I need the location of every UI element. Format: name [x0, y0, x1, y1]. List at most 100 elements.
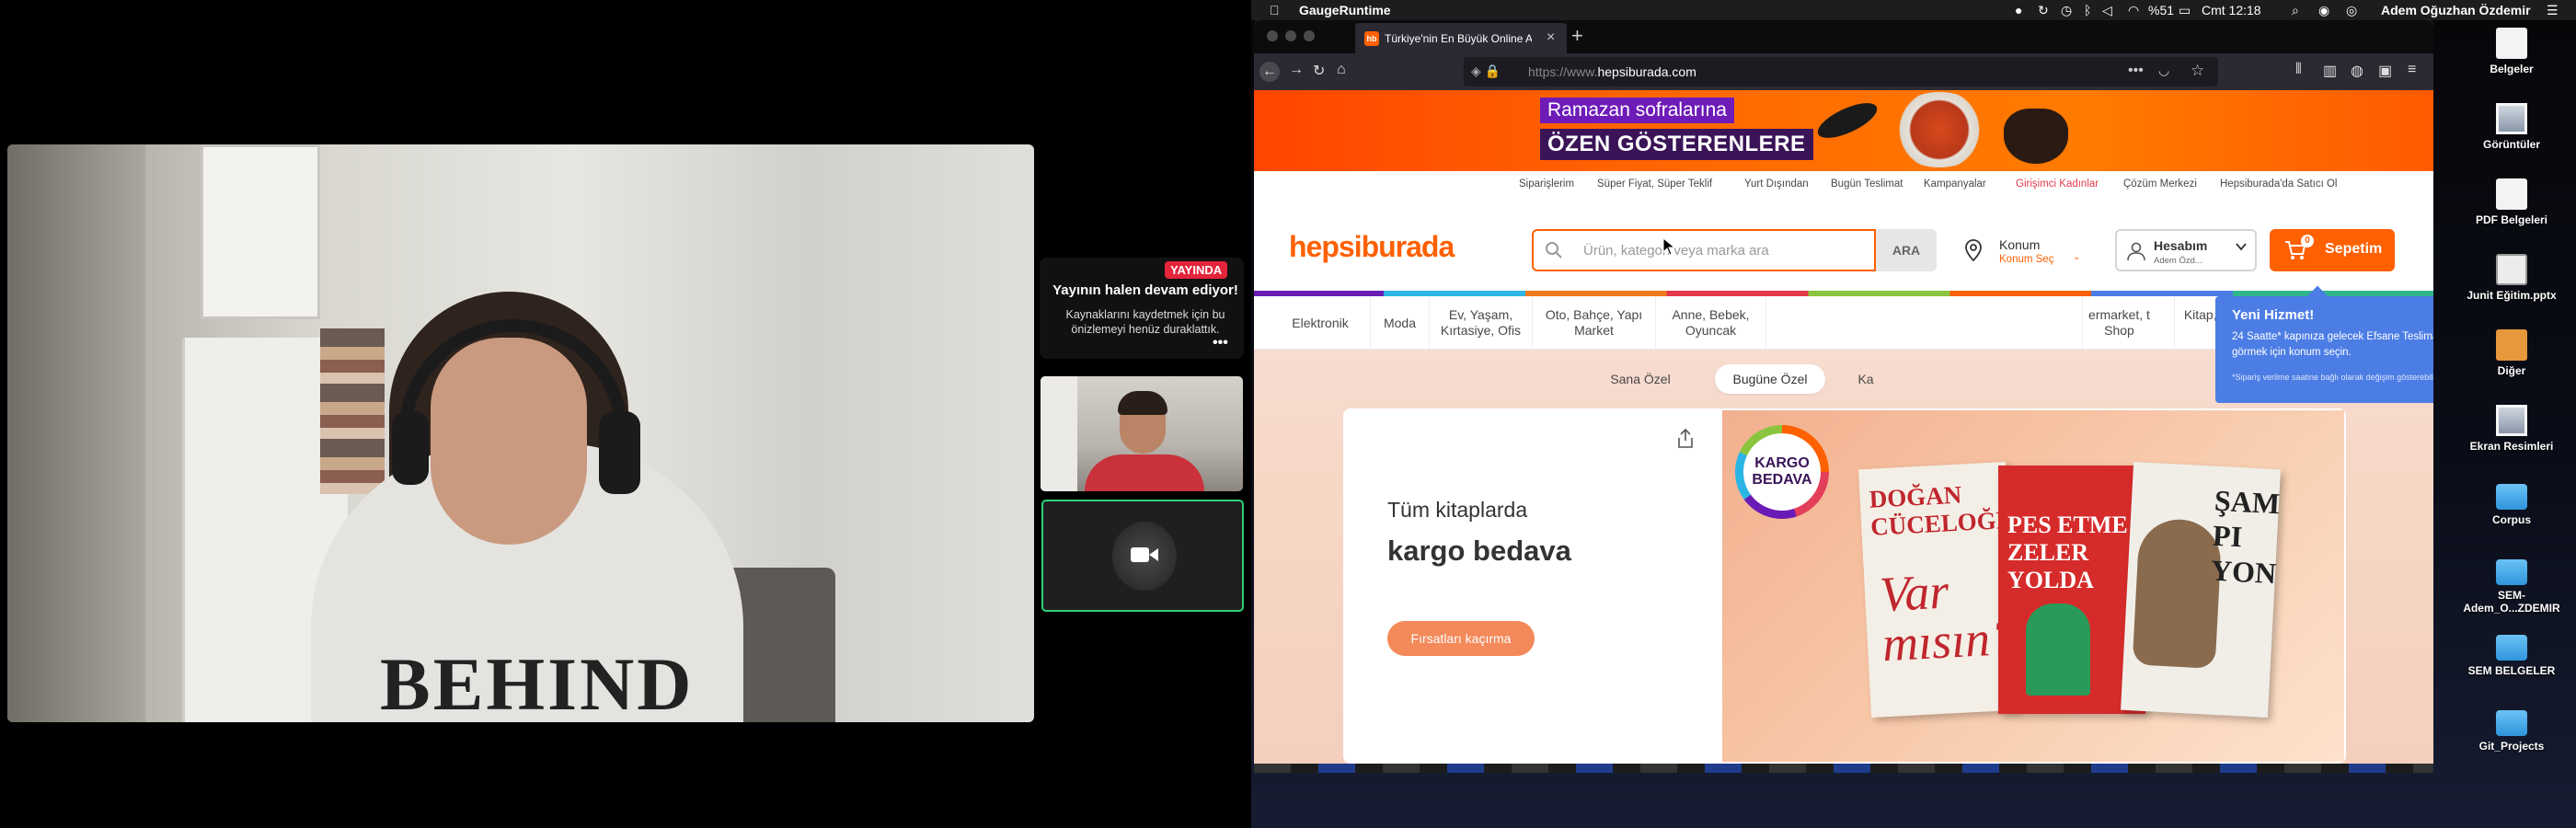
hero-cta-button[interactable]: Fırsatları kaçırma	[1387, 621, 1535, 656]
new-tab-icon[interactable]: +	[1571, 24, 1583, 48]
user-icon	[2127, 242, 2145, 261]
volume-icon[interactable]: ◁	[2102, 3, 2112, 18]
category-auto[interactable]: Oto, Bahçe, Yapı Market	[1532, 296, 1655, 350]
participant-body	[1085, 454, 1204, 491]
desktop-item-label: SEM-Adem_O...ZDEMIR	[2463, 589, 2560, 615]
category-home[interactable]: Ev, Yaşam, Kırtasiye, Ofis	[1429, 296, 1532, 350]
notification-center-icon[interactable]: ☰	[2547, 3, 2559, 18]
cart-label: Sepetim	[2325, 241, 2383, 257]
top-link-today-delivery[interactable]: Bugün Teslimat	[1831, 178, 1903, 190]
location-pin-icon[interactable]	[1964, 239, 1983, 261]
clock[interactable]: Cmt 12:18	[2202, 3, 2261, 17]
top-link-abroad[interactable]: Yurt Dışından	[1744, 178, 1809, 190]
battery-icon[interactable]: ▭	[2179, 3, 2191, 18]
promo-banner[interactable]: Ramazan sofralarına ÖZEN GÖSTERENLERE	[1254, 90, 2433, 171]
wifi-icon[interactable]: ◠	[2128, 3, 2139, 18]
desktop-item[interactable]: Junit Eğitim.pptx	[2461, 254, 2562, 302]
site-logo[interactable]: hepsiburada	[1289, 230, 1455, 264]
library-icon[interactable]: ⫴	[2295, 62, 2302, 78]
top-link-solution-center[interactable]: Çözüm Merkezi	[2123, 178, 2197, 190]
search-button[interactable]: ARA	[1876, 229, 1937, 271]
share-icon[interactable]	[1676, 429, 1695, 449]
spotlight-search-icon[interactable]: ⌕	[2292, 3, 2299, 18]
location-title[interactable]: Konum	[1999, 237, 2040, 252]
chevron-down-icon[interactable]: ⌄	[2073, 252, 2080, 262]
tab-today[interactable]: Bugüne Özel	[1715, 364, 1825, 394]
tab-more[interactable]: Ka	[1847, 364, 1884, 394]
reload-icon[interactable]: ↻	[1313, 62, 1325, 80]
bookmark-star-icon[interactable]: ☆	[2191, 62, 2204, 80]
page-actions-icon[interactable]: •••	[2128, 63, 2144, 79]
desktop-item[interactable]: Diğer	[2461, 329, 2562, 377]
top-link-orders[interactable]: Siparişlerim	[1519, 178, 1574, 190]
url-prefix: https://www.	[1528, 64, 1598, 79]
folder-icon	[2496, 635, 2527, 661]
desktop-item[interactable]: PDF Belgeleri	[2461, 178, 2562, 226]
account-title: Hesabım	[2154, 238, 2208, 253]
background-frame	[201, 144, 320, 319]
category-supermarket[interactable]: ermarket, t Shop	[2082, 296, 2156, 350]
desktop-item[interactable]: Belgeler	[2461, 28, 2562, 75]
self-view-thumbnail[interactable]	[1041, 500, 1244, 612]
search-input[interactable]: Ürün, kategori veya marka ara	[1532, 229, 1876, 271]
sidebar-icon[interactable]: ▥	[2323, 62, 2337, 80]
control-center-icon[interactable]: ◉	[2318, 3, 2329, 18]
time-machine-icon[interactable]: ◷	[2061, 3, 2072, 18]
desktop-item[interactable]: SEM BELGELER	[2461, 631, 2562, 677]
hero-card[interactable]: Tüm kitaplarda kargo bedava Fırsatları k…	[1343, 408, 2346, 764]
desktop-item[interactable]: SEM-Adem_O...ZDEMIR	[2461, 556, 2562, 615]
forward-icon[interactable]: →	[1289, 62, 1304, 78]
record-icon[interactable]: ●	[2015, 3, 2022, 17]
category-fashion[interactable]: Moda	[1370, 296, 1429, 350]
book-title: DOĞAN CÜCELOĞLU	[1868, 480, 2031, 541]
battery-percentage[interactable]: %51	[2148, 3, 2174, 17]
search-placeholder: Ürün, kategori veya marka ara	[1583, 243, 1769, 259]
top-link-campaigns[interactable]: Kampanyalar	[1924, 178, 1986, 190]
shirt-print: BEHIND	[380, 642, 695, 722]
desktop-item[interactable]: Görüntüler	[2461, 103, 2562, 151]
menu-icon[interactable]: ≡	[2408, 62, 2416, 78]
user-name[interactable]: Adem Oğuzhan Özdemir	[2381, 3, 2531, 17]
more-options-icon[interactable]: •••	[1213, 335, 1228, 351]
home-icon[interactable]: ⌂	[1337, 62, 1346, 78]
category-hidden[interactable]	[1765, 296, 1867, 350]
tab-hepsiburada[interactable]: hb Türkiye'nin En Büyük Online Alı ×	[1355, 23, 1567, 53]
tracking-shield-icon[interactable]: ◈ 🔒	[1471, 63, 1501, 79]
extension-icon[interactable]: ▣	[2378, 62, 2392, 80]
account-button[interactable]: Hesabım Adem Özd...	[2115, 229, 2257, 271]
account-username: Adem Özd...	[2154, 256, 2202, 266]
desktop-item[interactable]: Ekran Resimleri	[2461, 405, 2562, 453]
desktop-item-label: Diğer	[2497, 364, 2526, 377]
close-window-button[interactable]	[1267, 30, 1278, 41]
live-description: Kaynaklarını kaydetmek için bu önizlemey…	[1065, 308, 1225, 336]
promo-subheadline: ÖZEN GÖSTERENLERE	[1540, 129, 1813, 160]
tab-for-you[interactable]: Sana Özel	[1594, 364, 1686, 394]
bluetooth-icon[interactable]: ᛒ	[2084, 3, 2091, 17]
address-bar[interactable]: ◈ 🔒 https://www.hepsiburada.com ••• ◡ ☆	[1464, 57, 2218, 86]
spoon-image	[1812, 96, 1882, 145]
minimize-window-button[interactable]	[1285, 30, 1296, 41]
history-icon[interactable]: ↻	[2038, 3, 2049, 18]
zoom-window-button[interactable]	[1304, 30, 1315, 41]
desktop-item[interactable]: Git_Projects	[2461, 707, 2562, 753]
top-link-women-entrepreneurs[interactable]: Girişimci Kadınlar	[2016, 178, 2099, 190]
back-icon[interactable]: ←	[1259, 62, 1280, 82]
siri-icon[interactable]: ◎	[2346, 3, 2357, 18]
cart-button[interactable]: 0 Sepetim	[2270, 229, 2395, 271]
mouse-cursor-icon	[1662, 237, 1675, 256]
top-link-super-price[interactable]: Süper Fiyat, Süper Teklif	[1597, 178, 1712, 190]
cactus-illustration	[2026, 604, 2090, 696]
category-baby[interactable]: Anne, Bebek, Oyuncak	[1655, 296, 1765, 350]
tab-close-icon[interactable]: ×	[1547, 29, 1555, 46]
desktop-item-label: PDF Belgeleri	[2475, 213, 2548, 226]
category-electronics[interactable]: Elektronik	[1271, 296, 1370, 350]
location-select[interactable]: Konum Seç	[1999, 254, 2053, 265]
hero-subtitle: Tüm kitaplarda	[1387, 498, 1528, 522]
account-icon[interactable]: ◍	[2351, 62, 2363, 80]
active-app-name[interactable]: GaugeRuntime	[1299, 3, 1391, 17]
participant-thumbnail[interactable]	[1041, 376, 1243, 491]
pocket-icon[interactable]: ◡	[2158, 63, 2169, 78]
desktop-item[interactable]: Corpus	[2461, 480, 2562, 526]
apple-icon[interactable]: 	[1270, 3, 1280, 17]
top-link-become-seller[interactable]: Hepsiburada'da Satıcı Ol	[2220, 178, 2338, 190]
